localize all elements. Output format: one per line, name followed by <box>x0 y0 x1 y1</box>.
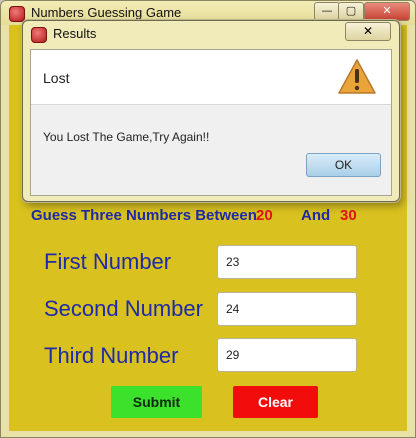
range-low: 20 <box>256 207 273 224</box>
dialog-body: Lost You Lost The Game,Try Again!! OK <box>30 49 392 196</box>
submit-button[interactable]: Submit <box>111 386 202 418</box>
second-number-input[interactable] <box>217 292 357 326</box>
first-number-input[interactable] <box>217 245 357 279</box>
minimize-button[interactable]: — <box>314 2 340 21</box>
dialog-title: Results <box>53 26 97 41</box>
warning-icon <box>338 59 376 94</box>
maximize-button[interactable]: ▢ <box>338 2 364 21</box>
range-and-label: And <box>301 207 331 224</box>
guess-heading: Guess Three Numbers Between <box>31 207 257 224</box>
dialog-heading: Lost <box>43 70 70 86</box>
first-number-label: First Number <box>44 249 172 274</box>
dialog-close-button[interactable]: ✕ <box>345 22 391 41</box>
app-icon <box>9 6 25 22</box>
ok-button[interactable]: OK <box>306 153 381 177</box>
results-dialog: Results ✕ Lost You Lost The Game,Try Aga… <box>22 20 400 202</box>
range-high: 30 <box>340 207 357 224</box>
third-number-input[interactable] <box>217 338 357 372</box>
dialog-header: Lost <box>31 50 391 105</box>
third-number-label: Third Number <box>44 343 179 368</box>
window-title: Numbers Guessing Game <box>31 5 182 20</box>
dialog-app-icon <box>31 27 47 43</box>
second-number-label: Second Number <box>44 296 203 321</box>
clear-button[interactable]: Clear <box>233 386 318 418</box>
dialog-message: You Lost The Game,Try Again!! <box>43 130 210 144</box>
close-button[interactable]: ✕ <box>364 2 410 21</box>
